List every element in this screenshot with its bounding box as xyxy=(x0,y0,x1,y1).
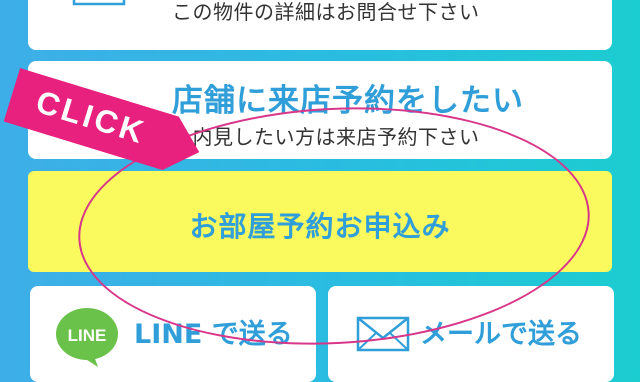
inquiry-card[interactable]: この物件の詳細はお問合せ下さい xyxy=(28,0,612,50)
line-icon: LINE xyxy=(56,308,118,367)
mail-icon xyxy=(72,0,126,6)
inquiry-subtitle: この物件の詳細はお問合せ下さい xyxy=(172,0,480,24)
line-icon-text: LINE xyxy=(68,326,107,345)
